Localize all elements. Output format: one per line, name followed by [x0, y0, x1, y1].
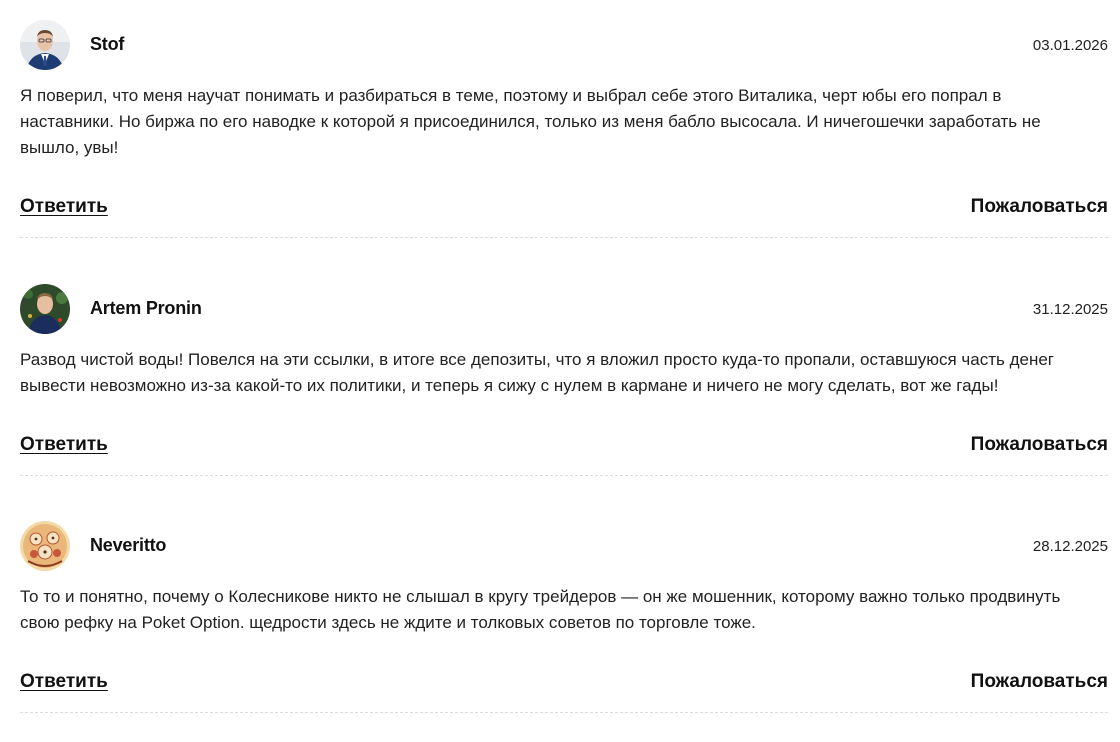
comment-item: Neveritto 28.12.2025 То то и понятно, по…	[20, 521, 1108, 741]
comment-divider	[20, 237, 1108, 238]
report-link[interactable]: Пожаловаться	[971, 434, 1108, 456]
user-avatar[interactable]	[20, 521, 70, 571]
comments-list: Stof 03.01.2026 Я поверил, что меня науч…	[0, 0, 1120, 742]
avatar-photo-icon	[20, 20, 70, 70]
comment-text: Я поверил, что меня научат понимать и ра…	[20, 86, 1041, 157]
comment-divider	[20, 475, 1108, 476]
comment-text: Развод чистой воды! Повелся на эти ссылк…	[20, 350, 1055, 395]
reply-link[interactable]: Ответить	[20, 671, 108, 693]
reply-link[interactable]: Ответить	[20, 434, 108, 456]
user-avatar[interactable]	[20, 284, 70, 334]
comment-author: Artem Pronin	[90, 298, 202, 318]
reply-link[interactable]: Ответить	[20, 196, 108, 218]
comment-date: 28.12.2025	[1032, 538, 1108, 555]
avatar-photo-icon	[20, 284, 70, 334]
comment-divider	[20, 712, 1108, 713]
comment-date: 31.12.2025	[1032, 301, 1108, 318]
report-link[interactable]: Пожаловаться	[971, 671, 1108, 693]
report-link[interactable]: Пожаловаться	[971, 196, 1108, 218]
comment-text: То то и понятно, почему о Колесникове ни…	[20, 587, 1061, 632]
comment-author: Neveritto	[90, 535, 167, 555]
user-avatar[interactable]	[20, 20, 70, 70]
comment-item: Artem Pronin 31.12.2025 Развод чистой во…	[20, 284, 1108, 504]
comment-author: Stof	[90, 34, 125, 54]
comment-date: 03.01.2026	[1032, 37, 1108, 54]
avatar-illustration-icon	[20, 521, 70, 571]
comment-item: Stof 03.01.2026 Я поверил, что меня науч…	[20, 20, 1108, 240]
